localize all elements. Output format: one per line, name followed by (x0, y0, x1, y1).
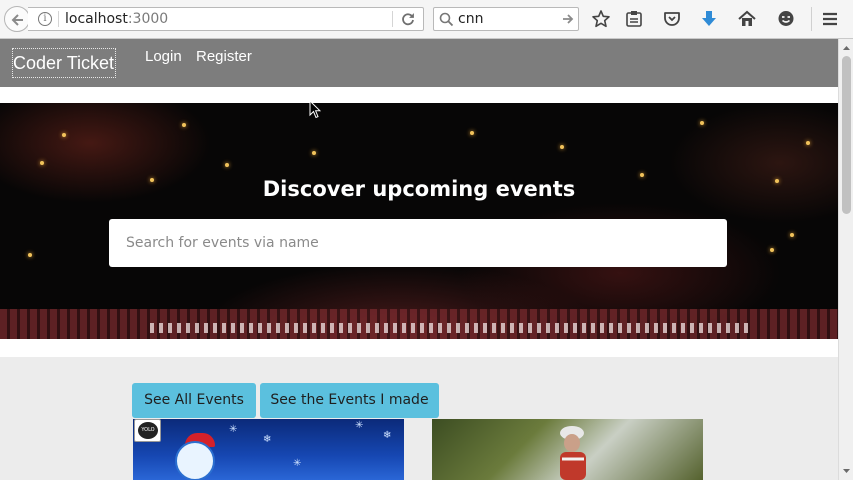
hero-light (62, 133, 66, 137)
site-navbar: Coder Ticket Login Register (0, 39, 838, 87)
hero-light (770, 248, 774, 252)
scroll-up-arrow-icon[interactable] (839, 41, 853, 55)
scrollbar-thumb[interactable] (842, 56, 851, 214)
url-port: :3000 (127, 11, 169, 27)
pocket-icon[interactable] (662, 9, 682, 29)
web-search-bar[interactable]: cnn (433, 7, 579, 31)
hero-banner: Discover upcoming events (0, 103, 838, 339)
url-divider (58, 11, 59, 27)
hero-light (40, 161, 44, 165)
info-icon[interactable]: i (38, 12, 52, 26)
search-icon (439, 12, 454, 27)
search-go-icon[interactable] (561, 12, 575, 26)
reload-icon[interactable] (400, 11, 416, 27)
brand-text: Coder Ticket (13, 53, 115, 73)
brand-link[interactable]: Coder Ticket (12, 48, 116, 78)
event-card-image[interactable]: YOLO ✳ ❄ ❄ ✳ ✳ (133, 419, 404, 480)
event-card-image[interactable] (432, 419, 703, 480)
scroll-down-arrow-icon[interactable] (839, 464, 853, 478)
hero-light (312, 151, 316, 155)
download-icon[interactable] (699, 9, 719, 29)
back-arrow-icon (11, 14, 23, 26)
search-query: cnn (458, 11, 484, 27)
page-scrollbar[interactable] (838, 39, 853, 480)
see-all-events-button[interactable]: See All Events (132, 383, 256, 418)
cyclist-photo (560, 426, 586, 480)
hero-light (225, 163, 229, 167)
url-bar[interactable]: i localhost:3000 (28, 7, 424, 31)
toolbar-separator (811, 7, 812, 31)
yolo-badge-text: YOLO (138, 422, 158, 439)
hero-light (790, 233, 794, 237)
hero-light (28, 253, 32, 257)
snowflake-icon: ✳ (355, 420, 364, 431)
browser-toolbar: i localhost:3000 cnn (0, 0, 853, 39)
snowman-decoration (175, 441, 215, 480)
hero-seat-lights-decoration (150, 323, 750, 333)
menu-icon[interactable] (820, 9, 840, 29)
snowflake-icon: ❄ (383, 430, 392, 441)
event-search-input[interactable] (109, 219, 727, 267)
reading-list-icon[interactable] (624, 9, 644, 29)
navbar-spacer (0, 87, 838, 103)
hero-title: Discover upcoming events (262, 177, 576, 201)
hero-light (806, 141, 810, 145)
url-host: localhost (65, 11, 128, 27)
back-button[interactable] (4, 6, 30, 32)
nav-register-link[interactable]: Register (196, 47, 252, 67)
mouse-cursor-icon (309, 100, 321, 119)
snowflake-icon: ✳ (293, 458, 302, 469)
hero-light (470, 131, 474, 135)
hero-spacer (0, 339, 838, 357)
snowflake-icon: ❄ (263, 434, 272, 445)
hero-light (182, 123, 186, 127)
nav-login-link[interactable]: Login (145, 47, 182, 67)
snowflake-icon: ✳ (229, 424, 238, 435)
chat-icon[interactable] (776, 9, 796, 29)
see-my-events-button[interactable]: See the Events I made (260, 383, 439, 418)
home-icon[interactable] (737, 9, 757, 29)
bookmark-star-icon[interactable] (591, 9, 611, 29)
events-section: See All Events See the Events I made YOL… (0, 357, 838, 480)
yolo-badge-logo: YOLO (134, 419, 161, 442)
url-text[interactable]: localhost:3000 (65, 10, 168, 28)
hero-light (560, 145, 564, 149)
hero-light (700, 121, 704, 125)
url-separator (392, 11, 393, 27)
